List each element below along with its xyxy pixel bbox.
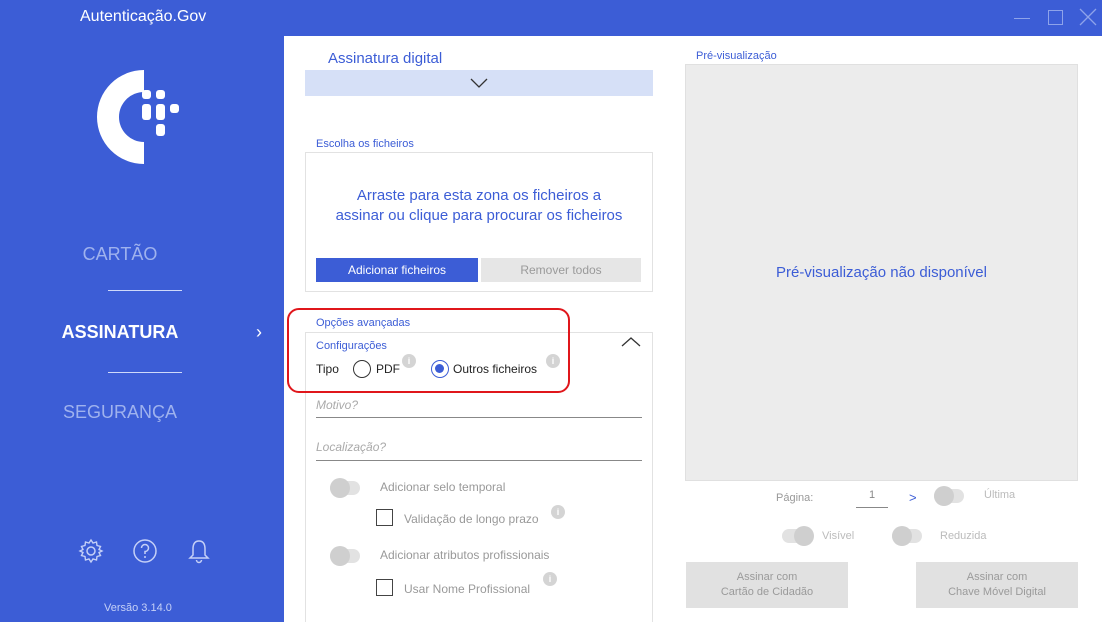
last-page-label: Última: [984, 489, 1016, 501]
drop-text-line1: Arraste para esta zona os ficheiros a: [356, 187, 602, 204]
timestamp-toggle-label: Adicionar selo temporal: [380, 480, 506, 494]
long-term-validation-checkbox[interactable]: [376, 509, 393, 526]
nav-divider: [108, 290, 182, 291]
professional-name-label: Usar Nome Profissional: [404, 582, 531, 596]
long-term-validation-label: Validação de longo prazo: [404, 512, 539, 526]
location-field[interactable]: Localização?: [316, 440, 386, 454]
reason-field[interactable]: Motivo?: [316, 398, 358, 412]
info-icon[interactable]: i: [551, 505, 565, 519]
next-page-button[interactable]: >: [909, 490, 917, 505]
reduced-toggle[interactable]: [892, 526, 922, 546]
section-title: Assinatura digital: [328, 50, 443, 67]
reason-underline: [316, 417, 642, 418]
nav-divider: [108, 372, 182, 373]
professional-attrs-toggle[interactable]: [330, 546, 360, 566]
page-label: Página:: [776, 492, 814, 504]
sign-cmd-line2: Chave Móvel Digital: [948, 586, 1046, 598]
drop-text-line2: assinar ou clique para procurar os fiche…: [335, 207, 623, 224]
drop-zone-text: Arraste para esta zona os ficheiros a as…: [305, 186, 653, 226]
title-bar: [284, 0, 1102, 36]
sign-cmd-line1: Assinar com: [966, 571, 1028, 583]
visible-toggle[interactable]: [782, 526, 814, 546]
gear-icon[interactable]: [78, 538, 104, 564]
reduced-label: Reduzida: [940, 530, 987, 542]
minimize-icon[interactable]: [1011, 6, 1033, 28]
chevron-down-icon[interactable]: [469, 76, 489, 90]
version-label: Versão 3.14.0: [104, 602, 172, 614]
preview-unavailable-text: Pré-visualização não disponível: [776, 264, 987, 281]
sign-with-cc-button[interactable]: Assinar com Cartão de Cidadão: [686, 562, 848, 608]
last-page-toggle[interactable]: [934, 486, 964, 506]
nav-cartao[interactable]: CARTÃO: [0, 244, 262, 265]
bell-icon[interactable]: [186, 538, 212, 564]
app-title: Autenticação.Gov: [80, 8, 207, 25]
nav-seguranca[interactable]: SEGURANÇA: [0, 402, 262, 423]
close-icon[interactable]: [1077, 6, 1099, 28]
nav-assinatura[interactable]: ASSINATURA: [0, 322, 262, 343]
remove-all-button[interactable]: Remover todos: [481, 258, 641, 282]
visible-label: Visível: [822, 530, 855, 542]
sign-cc-line2: Cartão de Cidadão: [720, 586, 814, 598]
add-files-button[interactable]: Adicionar ficheiros: [316, 258, 478, 282]
help-icon[interactable]: [132, 538, 158, 564]
page-input[interactable]: 1: [856, 486, 888, 508]
sign-with-cmd-button[interactable]: Assinar com Chave Móvel Digital: [916, 562, 1078, 608]
maximize-icon[interactable]: [1044, 6, 1066, 28]
location-underline: [316, 460, 642, 461]
app-logo-icon: [97, 70, 179, 164]
sidebar: Autenticação.Gov CARTÃO ASSINATURA › SEG…: [0, 0, 284, 622]
files-label: Escolha os ficheiros: [316, 138, 414, 150]
professional-name-checkbox[interactable]: [376, 579, 393, 596]
chevron-up-icon[interactable]: [620, 336, 642, 348]
professional-attrs-label: Adicionar atributos profissionais: [380, 548, 550, 562]
chevron-right-icon: ›: [256, 322, 262, 342]
preview-title: Pré-visualização: [696, 50, 777, 62]
highlight-annotation: [287, 308, 570, 393]
timestamp-toggle[interactable]: [330, 478, 360, 498]
info-icon[interactable]: i: [543, 572, 557, 586]
sign-cc-line1: Assinar com: [736, 571, 798, 583]
